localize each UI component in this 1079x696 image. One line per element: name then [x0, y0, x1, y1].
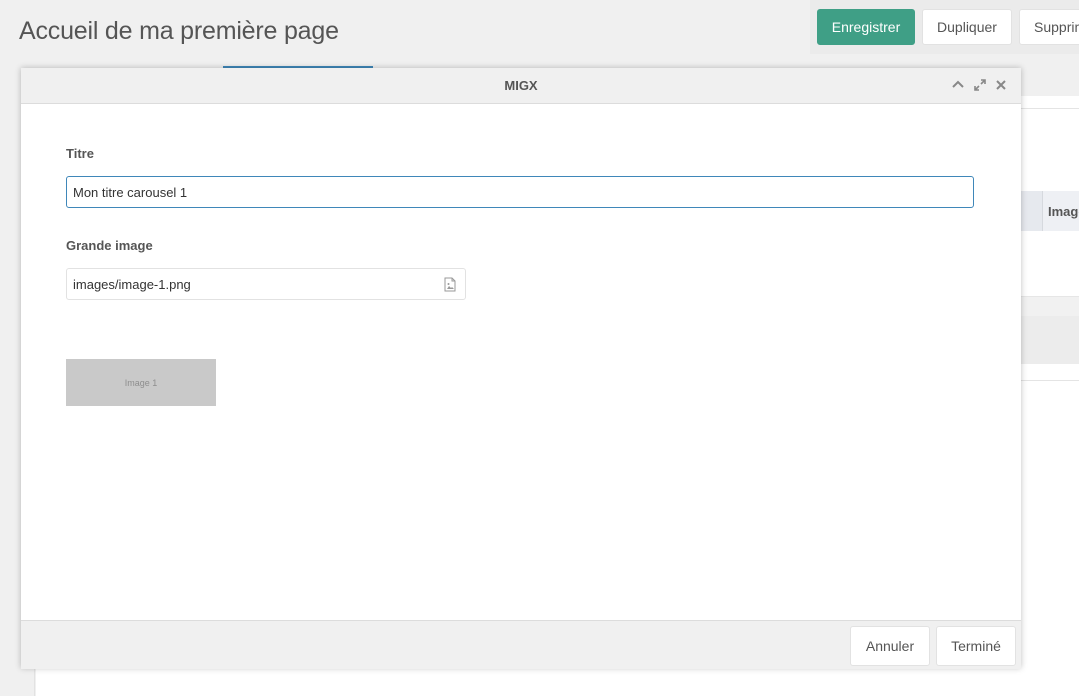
modal-body: Titre Grande image Image 1 — [21, 104, 1021, 620]
close-icon[interactable] — [994, 78, 1008, 92]
modal-header[interactable]: MIGX — [21, 68, 1021, 104]
migx-modal: MIGX Titre Grande image — [21, 68, 1021, 669]
grande-image-input[interactable] — [67, 269, 437, 299]
modal-title: MIGX — [504, 78, 538, 93]
background-grid-row — [1021, 296, 1079, 317]
titre-label: Titre — [66, 146, 94, 161]
save-button[interactable]: Enregistrer — [817, 9, 915, 45]
background-column-header-image: Image — [1048, 204, 1079, 219]
delete-button[interactable]: Supprimer — [1019, 9, 1079, 45]
expand-icon[interactable] — [973, 78, 987, 92]
page-title: Accueil de ma première page — [19, 17, 339, 45]
background-divider — [1021, 380, 1079, 381]
image-preview-label: Image 1 — [124, 377, 158, 388]
image-preview: Image 1 — [66, 359, 216, 406]
titre-input[interactable] — [66, 176, 974, 208]
duplicate-button[interactable]: Dupliquer — [922, 9, 1012, 45]
grande-image-field — [66, 268, 466, 300]
background-grid-row — [1021, 316, 1079, 364]
modal-footer: Annuler Terminé — [21, 620, 1021, 669]
done-button[interactable]: Terminé — [936, 626, 1016, 666]
cancel-button[interactable]: Annuler — [850, 626, 930, 666]
grande-image-label: Grande image — [66, 238, 153, 253]
chevron-up-icon[interactable] — [951, 78, 965, 92]
background-divider — [1021, 108, 1079, 109]
image-file-icon[interactable] — [443, 277, 457, 292]
